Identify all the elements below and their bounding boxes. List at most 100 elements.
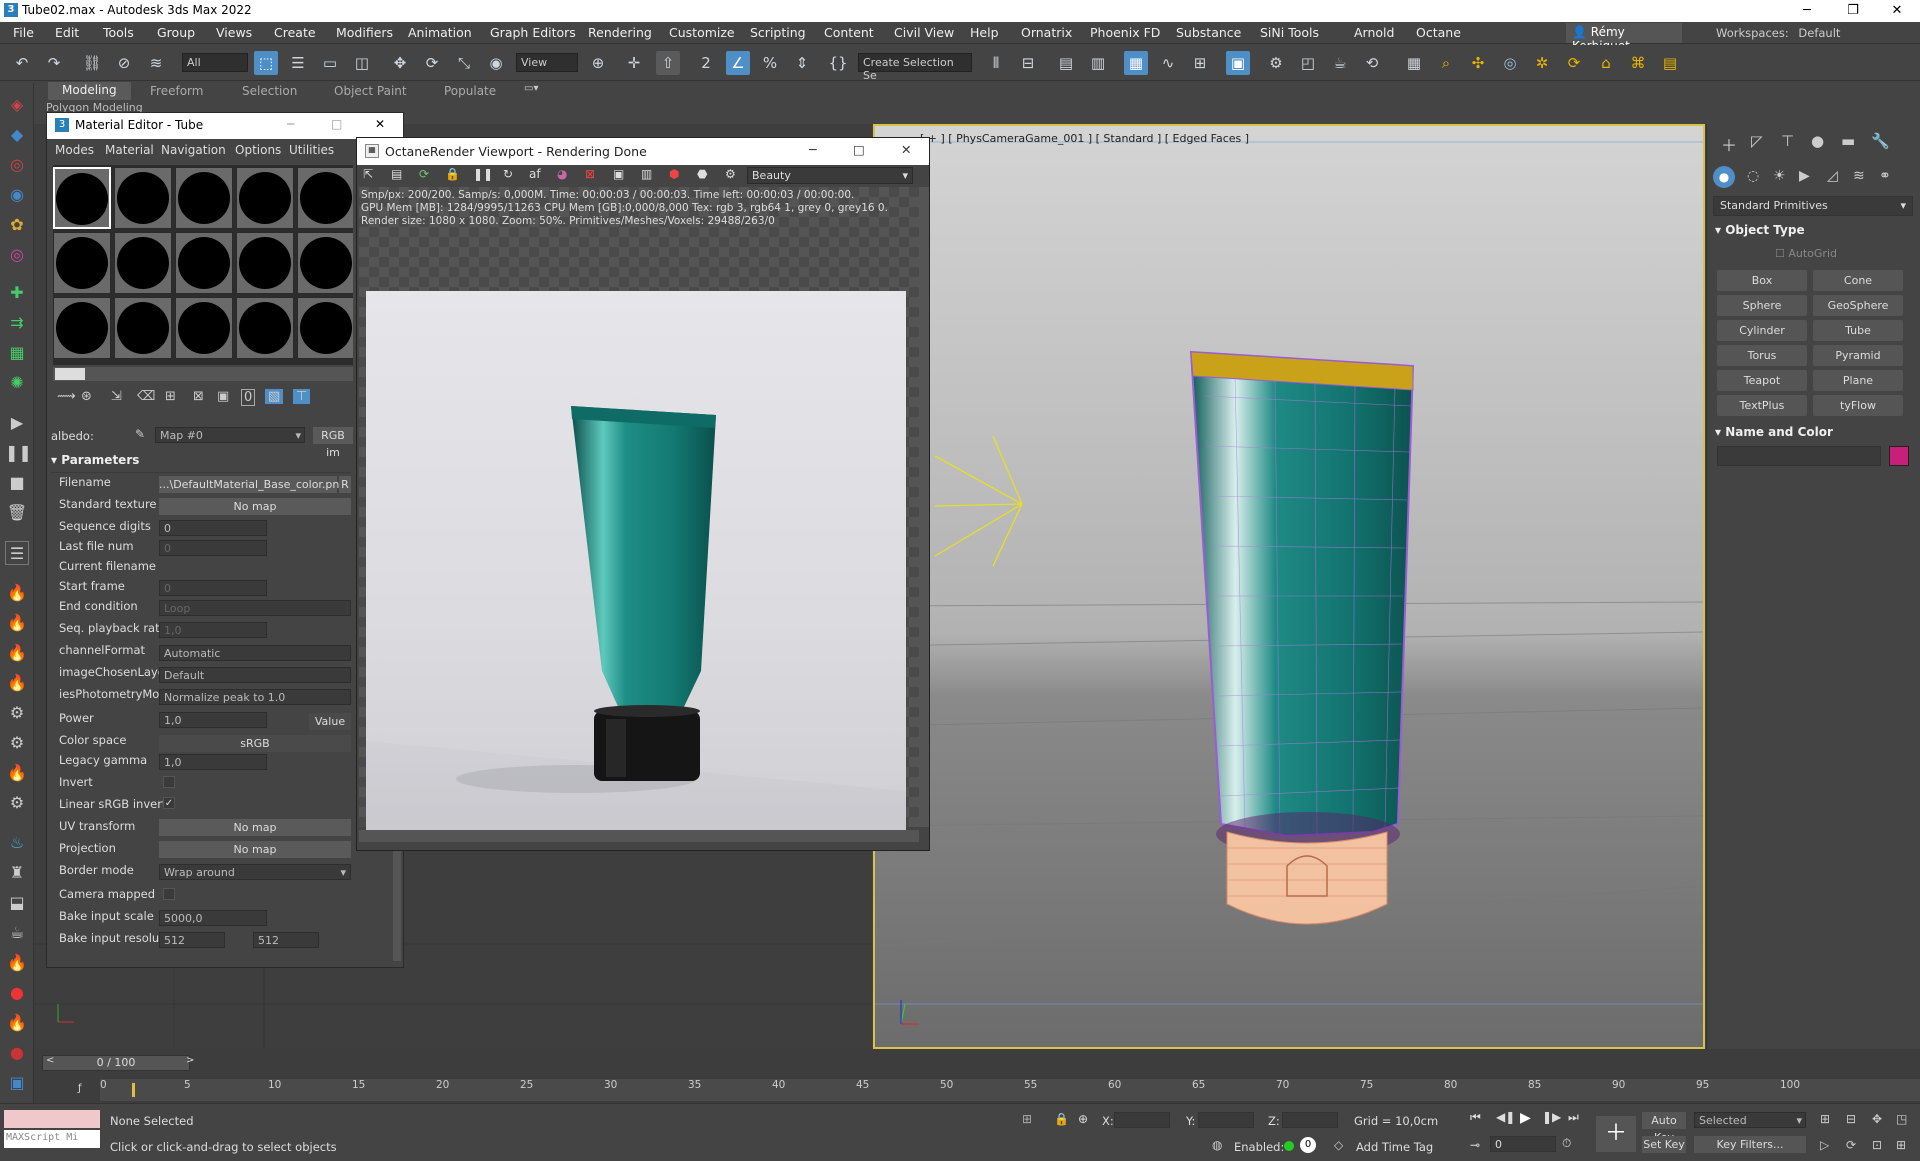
sample-slot[interactable] [297, 167, 353, 229]
perspective-viewport[interactable] [873, 124, 1705, 1049]
start-frame-spinner[interactable]: 0 [159, 580, 267, 596]
tab-modeling[interactable]: Modeling [48, 82, 131, 100]
maxscript-listener[interactable] [4, 1110, 100, 1128]
render-canvas[interactable]: Smp/px: 200/200. Samp/s: 0,000M. Time: 0… [359, 187, 919, 831]
sample-slot[interactable] [236, 297, 294, 359]
sini-search-icon[interactable]: ⌕ [1434, 51, 1458, 75]
angle-snap-icon[interactable]: ∠ [726, 51, 750, 75]
get-material-icon[interactable]: ⟿ [57, 389, 76, 404]
keyboard-shortcut-toggle-icon[interactable]: ⇧ [656, 51, 680, 75]
render-production-icon[interactable]: ☕ [1328, 51, 1352, 75]
zoom-extents-icon[interactable]: ⊞ [1820, 1112, 1830, 1126]
shapes-icon[interactable]: ◌ [1747, 168, 1759, 184]
plane-button[interactable]: Plane [1813, 370, 1903, 391]
menu-modifiers[interactable]: Modifiers [336, 25, 393, 40]
tab-selection[interactable]: Selection [242, 84, 297, 98]
reload-icon[interactable]: ↻ [503, 167, 513, 181]
sphere-red-icon[interactable]: ● [5, 1041, 29, 1065]
sini-jumble-icon[interactable]: ⌂ [1594, 51, 1618, 75]
goto-end-icon[interactable]: ⏭ [1568, 1110, 1579, 1125]
legacy-gamma-spinner[interactable]: 1,0 [159, 754, 267, 770]
key-filters-button[interactable]: Key Filters... [1694, 1136, 1806, 1153]
object-type-rollout[interactable]: ▾ Object Type [1715, 223, 1805, 237]
water-icon[interactable]: ♨ [5, 831, 29, 855]
fluid-icon[interactable]: ▣ [5, 1071, 29, 1095]
primitive-type-dropdown[interactable]: Standard Primitives ▾ [1713, 196, 1913, 216]
bake-resolution-y-spinner[interactable]: 512 [253, 932, 319, 948]
lock-icon[interactable]: 🔒 [445, 167, 460, 181]
restart-render-icon[interactable]: ⟳ [419, 167, 429, 181]
place-icon[interactable]: ◉ [484, 51, 508, 75]
last-file-num-spinner[interactable]: 0 [159, 540, 267, 556]
reload-button[interactable]: R [339, 476, 351, 493]
bake-scale-spinner[interactable]: 5000,0 [159, 910, 267, 926]
put-to-scene-icon[interactable]: ⊛ [81, 389, 92, 404]
redo-icon[interactable]: ↷ [42, 51, 66, 75]
workspace-selector[interactable]: Workspaces: Default [1712, 23, 1920, 43]
time-config-icon[interactable]: ⏱ [1562, 1136, 1571, 1151]
material-id-icon[interactable]: 0 [241, 389, 256, 406]
named-selection-dropdown[interactable]: Create Selection Se [858, 53, 972, 82]
z-coordinate-input[interactable] [1282, 1112, 1338, 1128]
close-button[interactable]: ✕ [901, 142, 911, 157]
key-mode-icon[interactable]: ⊸ [1470, 1138, 1480, 1152]
material-editor-icon[interactable]: ▣ [1226, 51, 1250, 75]
scale-icon[interactable]: ⤡ [452, 51, 476, 75]
menu-customize[interactable]: Customize [669, 25, 735, 40]
menu-rendering[interactable]: Rendering [588, 25, 652, 40]
display-tab-icon[interactable]: ▬ [1841, 132, 1855, 150]
edit-named-selections-icon[interactable]: {} [826, 51, 850, 75]
close-button[interactable]: ✕ [1874, 0, 1920, 22]
tab-populate[interactable]: Populate [444, 84, 496, 98]
spacewarps-icon[interactable]: ≋ [1853, 168, 1865, 184]
minimize-button[interactable]: ─ [287, 117, 294, 131]
sample-slot[interactable] [114, 167, 172, 229]
render-pass-dropdown[interactable]: Beauty ▾ [747, 167, 913, 184]
select-manipulate-icon[interactable]: ✛ [622, 51, 646, 75]
cylinder-button[interactable]: Cylinder [1717, 320, 1807, 341]
object-color-swatch[interactable] [1889, 446, 1909, 466]
rotate-icon[interactable]: ⟳ [420, 51, 444, 75]
percent-snap-icon[interactable]: % [758, 51, 782, 75]
maximize-button[interactable]: □ [331, 117, 342, 131]
menu-civil-view[interactable]: Civil View [894, 25, 954, 40]
systems-icon[interactable]: ⚭ [1879, 168, 1891, 184]
phoenix-icon[interactable]: 🔥 [5, 761, 29, 785]
minimize-button[interactable]: ─ [809, 142, 817, 157]
select-object-icon[interactable]: ⬚ [254, 51, 278, 75]
eyedropper-icon[interactable]: ✎ [135, 427, 145, 441]
menu-options[interactable]: Options [235, 143, 281, 157]
menu-phoenix-fd[interactable]: Phoenix FD [1090, 25, 1160, 40]
fire-icon[interactable]: 🔥 [5, 581, 29, 605]
particle-icon[interactable]: ✺ [5, 371, 29, 395]
bake-resolution-x-spinner[interactable]: 512 [159, 932, 225, 948]
channel-format-dropdown[interactable]: Automatic [159, 645, 351, 661]
maximize-viewport-icon[interactable]: ⊡ [1872, 1138, 1882, 1152]
export-icon[interactable]: ⇱ [363, 167, 373, 181]
utilities-tab-icon[interactable]: 🔧 [1871, 132, 1890, 150]
align-icon[interactable]: ⊟ [1016, 51, 1040, 75]
sample-slot[interactable] [297, 232, 353, 294]
torch-icon[interactable]: 🔥 [5, 951, 29, 975]
menu-ornatrix[interactable]: Ornatrix [1021, 25, 1072, 40]
clay-mode-icon[interactable]: ▥ [641, 167, 652, 181]
fire3-icon[interactable]: 🔥 [5, 641, 29, 665]
menu-edit[interactable]: Edit [55, 25, 79, 40]
menu-navigation[interactable]: Navigation [161, 143, 226, 157]
prev-frame-icon[interactable]: < [46, 1055, 54, 1066]
bind-icon[interactable]: ⇉ [5, 311, 29, 335]
ies-mode-dropdown[interactable]: Normalize peak to 1.0 [159, 689, 351, 705]
sample-slot[interactable] [236, 232, 294, 294]
reference-coord-dropdown[interactable]: View [516, 53, 578, 72]
render-vertical-scrollbar[interactable] [919, 187, 929, 827]
cup-icon[interactable]: ☕ [5, 921, 29, 945]
image-layer-dropdown[interactable]: Default [159, 667, 351, 683]
settings-icon[interactable]: ⚙ [725, 167, 736, 181]
border-mode-dropdown[interactable]: Wrap around ▾ [159, 864, 351, 880]
render-horizontal-scrollbar[interactable] [359, 830, 919, 842]
color-picker-icon[interactable]: ◕ [557, 167, 567, 181]
viewport-label[interactable]: [ + ] [ PhysCameraGame_001 ] [ Standard … [920, 132, 1249, 145]
af-icon[interactable]: af [529, 167, 541, 181]
reset-icon[interactable]: ⌫ [137, 389, 155, 404]
slots-scrollbar[interactable] [53, 367, 353, 381]
